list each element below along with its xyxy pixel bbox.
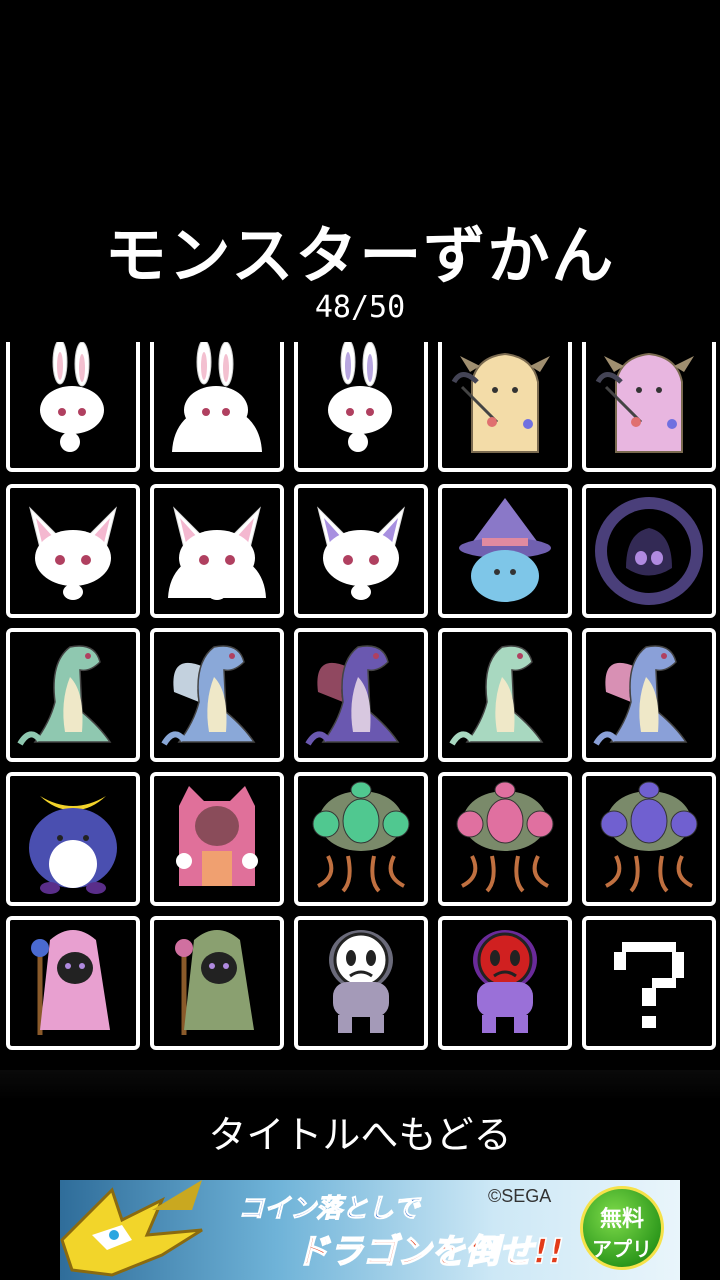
page-title: モンスターずかん xyxy=(104,219,616,292)
crescent-penguin-monster-icon xyxy=(29,796,117,894)
monster-card[interactable] xyxy=(6,484,140,618)
pink-hood-cat-monster-icon xyxy=(176,786,258,886)
green-hooded-mage-monster-icon xyxy=(175,930,254,1035)
monster-card[interactable] xyxy=(6,916,140,1050)
pink-hooded-mage-monster-icon xyxy=(31,930,110,1035)
monster-card[interactable] xyxy=(6,342,140,472)
monster-card[interactable] xyxy=(438,342,572,472)
monster-card[interactable] xyxy=(150,484,284,618)
badge-label-app: アプリ xyxy=(592,1237,652,1261)
divider xyxy=(0,1070,720,1100)
white-slime-cat-monster-icon xyxy=(168,506,266,600)
blue-winged-dragon-monster-icon xyxy=(161,645,256,746)
mint-crawling-dragon-monster-icon xyxy=(449,645,544,746)
monster-card[interactable] xyxy=(582,772,716,906)
monster-card[interactable] xyxy=(150,772,284,906)
badge-label-free: 無料 xyxy=(599,1207,644,1232)
white-rabbit-monster-icon xyxy=(40,342,104,452)
pink-winged-dragon-monster-icon xyxy=(593,645,688,746)
white-mask-golem-monster-icon xyxy=(329,930,393,1033)
collection-count: 48/50 xyxy=(314,290,406,325)
banner-subheadline: ドラゴンを倒せ!! xyxy=(294,1231,565,1273)
purple-bat-dragon-monster-icon xyxy=(305,645,400,746)
pink-scythe-monster-icon xyxy=(595,352,694,453)
witch-hat-ghost-monster-icon xyxy=(459,498,551,602)
monster-card[interactable] xyxy=(582,342,716,472)
monster-card[interactable] xyxy=(6,772,140,906)
purple-jellyfish-monster-icon xyxy=(600,781,698,893)
monster-encyclopedia-screen: モンスターずかん 48/50 タイトルへもどる コイン落としで ドラゴンを倒せ!… xyxy=(0,0,720,1280)
red-mask-golem-monster-icon xyxy=(473,930,537,1033)
dark-flame-ring-monster-icon xyxy=(595,497,703,605)
monster-card[interactable] xyxy=(150,916,284,1050)
monster-card[interactable] xyxy=(582,628,716,762)
ad-banner[interactable]: コイン落としで ドラゴンを倒せ!! ©SEGA 無料 アプリ xyxy=(60,1180,680,1280)
monster-grid xyxy=(0,342,720,1062)
lavender-rabbit-monster-icon xyxy=(328,342,392,452)
monster-card[interactable] xyxy=(294,772,428,906)
monster-card[interactable] xyxy=(150,342,284,472)
monster-card[interactable] xyxy=(294,916,428,1050)
yellow-dragon-icon xyxy=(60,1180,203,1277)
monster-card[interactable] xyxy=(150,628,284,762)
pink-jellyfish-monster-icon xyxy=(456,781,554,893)
monster-card[interactable] xyxy=(294,484,428,618)
banner-headline: コイン落としで xyxy=(237,1194,420,1225)
monster-card[interactable] xyxy=(582,484,716,618)
back-to-title-button[interactable]: タイトルへもどる xyxy=(160,1105,560,1165)
purple-ear-cat-monster-icon xyxy=(317,506,405,600)
white-slime-rabbit-monster-icon xyxy=(172,342,262,452)
cream-scythe-monster-icon xyxy=(451,352,550,453)
monster-card[interactable] xyxy=(438,916,572,1050)
monster-card[interactable] xyxy=(438,772,572,906)
monster-card[interactable] xyxy=(438,484,572,618)
monster-card[interactable] xyxy=(582,916,716,1050)
monster-card[interactable] xyxy=(438,628,572,762)
green-jellyfish-monster-icon xyxy=(312,781,410,893)
white-cat-monster-icon xyxy=(29,506,117,600)
teal-dragon-monster-icon xyxy=(17,645,112,746)
banner-copyright: ©SEGA xyxy=(488,1186,552,1206)
monster-card[interactable] xyxy=(294,342,428,472)
unknown-monster-icon xyxy=(614,942,684,1028)
monster-card[interactable] xyxy=(6,628,140,762)
monster-card[interactable] xyxy=(294,628,428,762)
free-app-badge: 無料 アプリ xyxy=(580,1186,664,1270)
